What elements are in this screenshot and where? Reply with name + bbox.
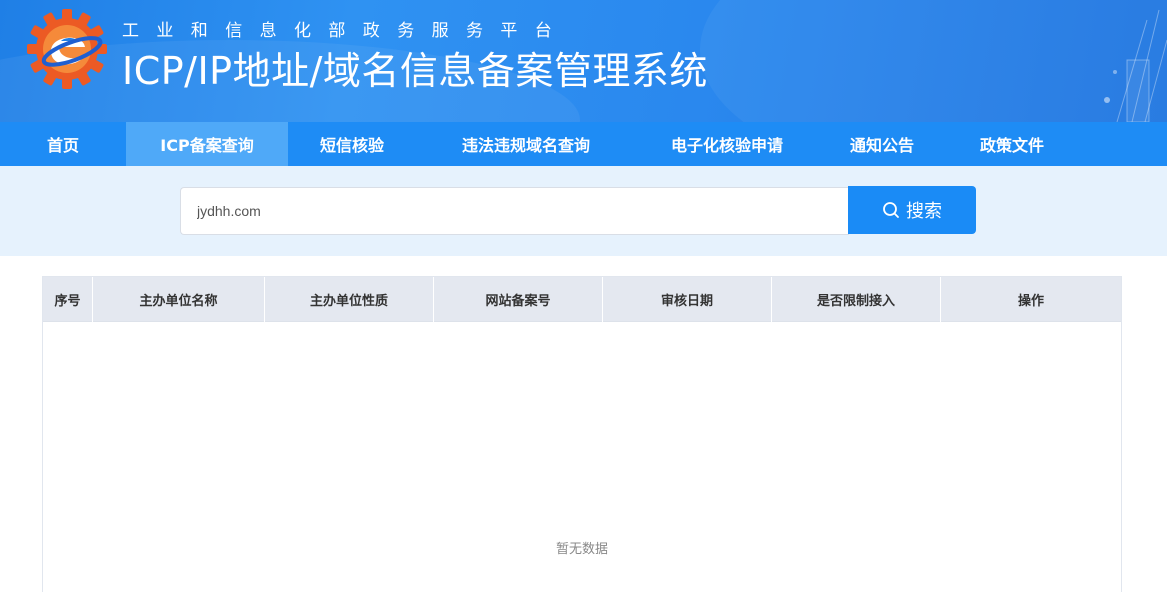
column-header-actions: 操作 <box>1017 294 1044 309</box>
nav-item-sms-verify[interactable]: 短信核验 <box>288 122 416 166</box>
main-navigation: 首页 ICP备案查询 短信核验 违法违规域名查询 电子化核验申请 通知公告 政策… <box>0 122 1167 166</box>
column-header-index: 序号 <box>43 277 93 322</box>
column-header-org-name: 主办单位名称 <box>93 277 265 322</box>
search-section: 搜索 <box>0 166 1167 256</box>
nav-item-home[interactable]: 首页 <box>0 122 126 166</box>
results-table: 序号 主办单位名称 主办单位性质 网站备案号 审核日期 是否限制接入 操作 暂无… <box>42 276 1122 592</box>
platform-subtitle: 工业和信息化部政务服务平台 <box>122 21 570 41</box>
nav-item-illegal-domain-query[interactable]: 违法违规域名查询 <box>416 122 636 166</box>
search-button[interactable]: 搜索 <box>848 186 976 234</box>
column-header-org-type: 主办单位性质 <box>265 277 434 322</box>
page-title: ICP/IP地址/域名信息备案管理系统 <box>122 49 708 93</box>
column-header-review-date: 审核日期 <box>603 277 772 322</box>
header-building-decoration <box>1104 9 1167 122</box>
nav-item-notices[interactable]: 通知公告 <box>818 122 946 166</box>
search-icon <box>883 202 899 218</box>
nav-item-electronic-verify[interactable]: 电子化核验申请 <box>636 122 818 166</box>
search-input[interactable] <box>180 187 849 235</box>
nav-item-icp-query[interactable]: ICP备案查询 <box>126 122 288 166</box>
site-header: 工业和信息化部政务服务平台 ICP/IP地址/域名信息备案管理系统 <box>0 0 1167 122</box>
empty-state-text: 暂无数据 <box>555 542 608 557</box>
ministry-gear-logo-icon <box>27 9 107 89</box>
search-button-label: 搜索 <box>906 201 942 222</box>
column-header-license-number: 网站备案号 <box>434 277 603 322</box>
nav-item-policy-docs[interactable]: 政策文件 <box>946 122 1078 166</box>
table-header-row: 序号 主办单位名称 主办单位性质 网站备案号 审核日期 是否限制接入 操作 <box>43 277 1121 322</box>
column-header-access-restricted: 是否限制接入 <box>772 277 941 322</box>
